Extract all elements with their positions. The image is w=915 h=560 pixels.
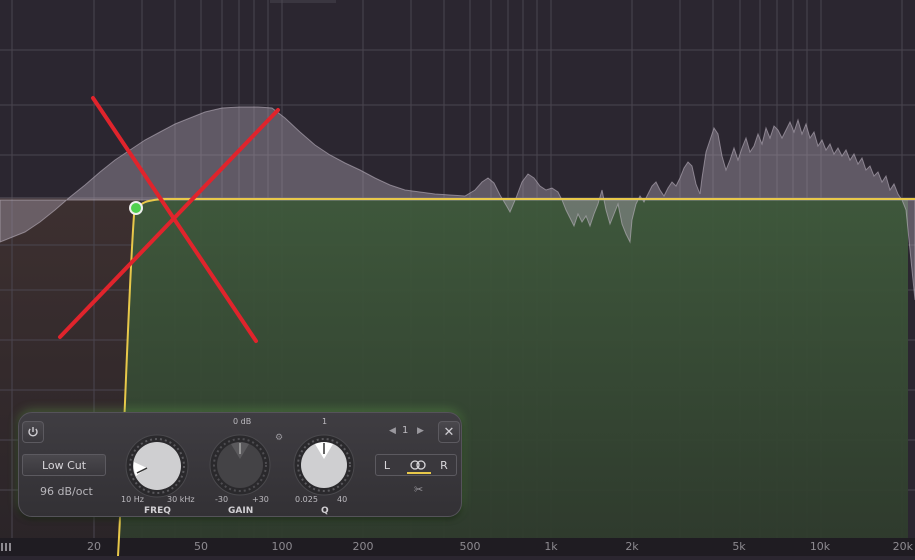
freq-knob[interactable] [123, 432, 191, 500]
freq-label: 2k [625, 540, 639, 553]
stereo-active-indicator [407, 472, 431, 474]
close-band-button[interactable]: ✕ [438, 421, 460, 443]
freq-label: 500 [460, 540, 481, 553]
gain-min-label: -30 [215, 495, 229, 504]
q-knob-graphic [293, 434, 355, 496]
power-icon [28, 427, 38, 437]
q-center-label: 1 [322, 417, 328, 426]
freq-label: 20k [893, 540, 914, 553]
prev-band-icon[interactable]: ◀ [389, 426, 396, 436]
next-band-icon[interactable]: ▶ [417, 426, 424, 436]
freq-label: 5k [732, 540, 746, 553]
eq-display[interactable]: 20 50 100 200 500 1k 2k 5k 10k 20k Low Cut 96 dB/… [0, 0, 915, 557]
close-icon: ✕ [443, 424, 455, 440]
shape-selector[interactable]: Low Cut [22, 454, 106, 476]
freq-label: 10k [810, 540, 831, 553]
scissors-icon[interactable]: ✂ [414, 483, 423, 496]
freq-label: 20 [87, 540, 101, 553]
gain-knob-label: GAIN [228, 506, 254, 516]
slope-selector[interactable]: 96 dB/oct [40, 485, 93, 498]
gain-knob[interactable] [207, 432, 273, 498]
power-button[interactable] [22, 421, 44, 443]
freq-max-label: 30 kHz [167, 495, 195, 504]
freq-label: 100 [272, 540, 293, 553]
keyboard-icon[interactable] [1, 543, 11, 551]
freq-label: 1k [544, 540, 558, 553]
freq-knob-graphic [125, 434, 189, 498]
band-number: 1 [402, 425, 409, 436]
stereo-link-icon [410, 460, 426, 470]
gain-max-label: +30 [252, 495, 269, 504]
stereo-left-button[interactable]: L [376, 455, 398, 475]
gain-center-label: 0 dB [233, 417, 252, 426]
gain-link-icon[interactable]: ⚙ [275, 433, 283, 443]
band-node[interactable] [131, 203, 141, 213]
freq-knob-label: FREQ [144, 506, 171, 516]
freq-min-label: 10 Hz [121, 495, 144, 504]
freq-label: 50 [194, 540, 208, 553]
stereo-right-button[interactable]: R [433, 455, 455, 475]
gain-knob-graphic [209, 434, 271, 496]
q-knob-label: Q [321, 506, 329, 516]
freq-axis-bar [0, 538, 915, 556]
top-handle [270, 0, 336, 3]
band-panel: Low Cut 96 dB/oct 10 Hz 30 kHz FREQ 0 dB… [18, 412, 462, 517]
q-min-label: 0.025 [295, 495, 318, 504]
q-max-label: 40 [337, 495, 348, 504]
q-knob[interactable] [291, 432, 357, 498]
freq-label: 200 [353, 540, 374, 553]
